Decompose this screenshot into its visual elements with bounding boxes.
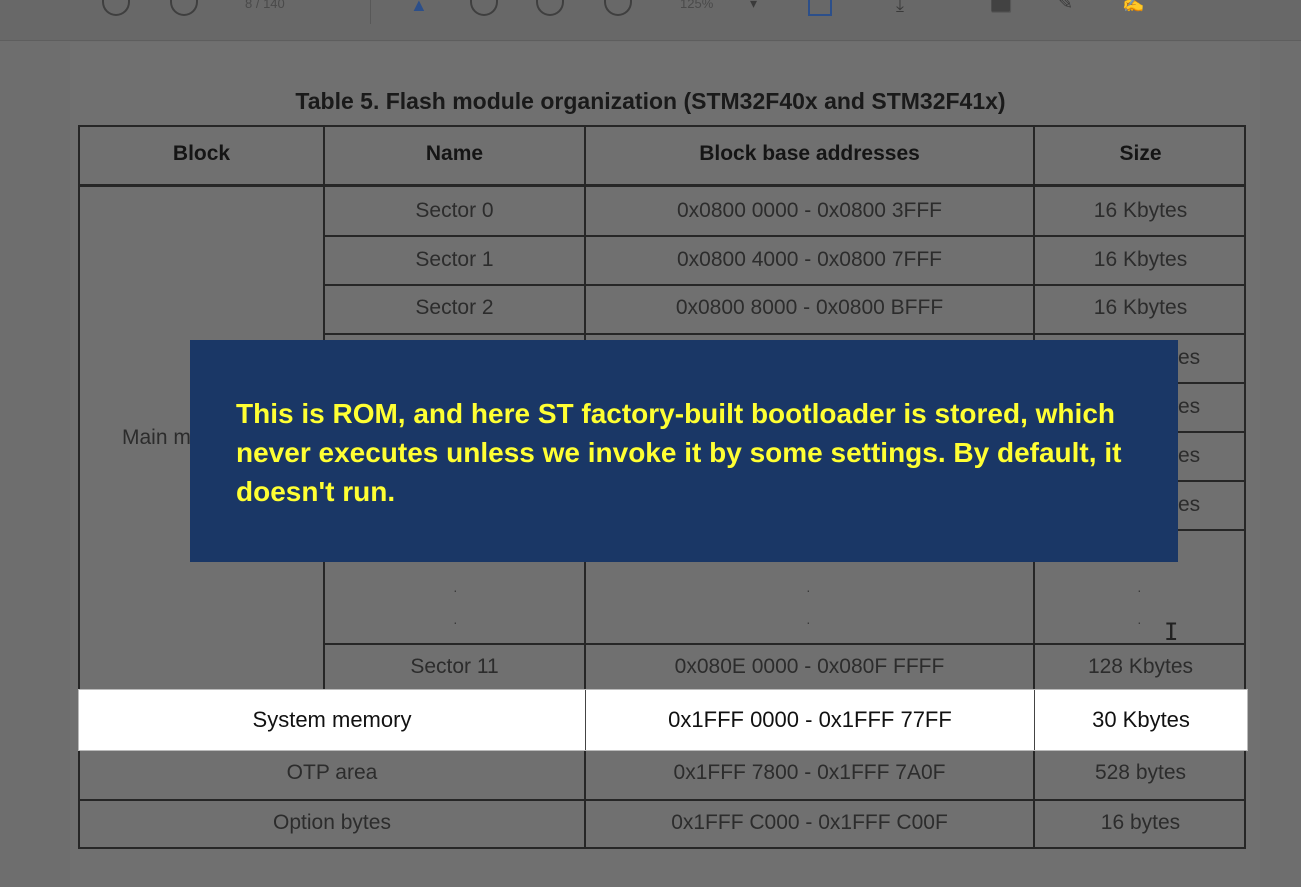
- sector-name: Sector 0: [415, 199, 494, 222]
- header-rule: [78, 184, 1246, 187]
- zoom-in-icon[interactable]: [604, 0, 632, 16]
- fit-page-icon[interactable]: [808, 0, 832, 16]
- sector-address: 0x0800 0000 - 0x0800 3FFF: [676, 199, 942, 222]
- ellipsis-dot: ·: [1137, 614, 1142, 630]
- table-title: Table 5. Flash module organization (STM3…: [295, 88, 1006, 114]
- system-memory-row: System memory 0x1FFF 0000 - 0x1FFF 77FF …: [78, 689, 1248, 751]
- sector-address: 0x0800 8000 - 0x0800 BFFF: [675, 296, 944, 319]
- caption-text: This is ROM, and here ST factory-built b…: [236, 398, 1122, 507]
- comment-icon[interactable]: ⬛: [990, 0, 1012, 12]
- otp-address: 0x1FFF 7800 - 0x1FFF 7A0F: [673, 761, 946, 784]
- sector-size: 16 Kbytes: [1093, 248, 1188, 271]
- sector-name: Sector 1: [415, 248, 494, 271]
- pdf-toolbar: 8 / 140 ▲ 125% ▾ ⤓ ⬛ ✎ ✍: [0, 0, 1301, 41]
- sign-icon[interactable]: ✍: [1122, 0, 1144, 12]
- option-bytes-size: 16 bytes: [1100, 811, 1181, 834]
- select-pointer-icon[interactable]: ▲: [410, 0, 428, 14]
- text-cursor-icon: I: [1164, 618, 1179, 646]
- sector-size-partial: es: [1178, 493, 1201, 516]
- ellipsis-dot: ·: [806, 614, 811, 630]
- scroll-up-icon[interactable]: [102, 0, 130, 16]
- header-size: Size: [1119, 142, 1162, 165]
- ellipsis-dot: ·: [806, 582, 811, 598]
- zoom-out-icon[interactable]: [536, 0, 564, 16]
- sector-address: 0x0800 4000 - 0x0800 7FFF: [676, 248, 942, 271]
- sector-name: Sector 11: [410, 655, 499, 678]
- scroll-down-icon[interactable]: [170, 0, 198, 16]
- header-block: Block: [172, 142, 231, 165]
- row-rule: [78, 799, 1246, 801]
- sector-size: 16 Kbytes: [1093, 199, 1188, 222]
- sector-size-partial: es: [1178, 346, 1201, 369]
- toolbar-divider: [370, 0, 371, 24]
- header-name: Name: [425, 142, 484, 165]
- option-bytes-address: 0x1FFF C000 - 0x1FFF C00F: [671, 811, 948, 834]
- row-rule: [324, 284, 1246, 286]
- ellipsis-dot: ·: [453, 582, 458, 598]
- ellipsis-dot: ·: [453, 614, 458, 630]
- system-memory-address: 0x1FFF 0000 - 0x1FFF 77FF: [668, 707, 952, 732]
- page-indicator[interactable]: 8 / 140: [245, 0, 285, 11]
- row-rule: [324, 643, 1246, 645]
- system-memory-size: 30 Kbytes: [1092, 707, 1190, 732]
- row-rule: [324, 333, 1246, 335]
- sector-size-partial: es: [1178, 395, 1201, 418]
- sector-name: Sector 2: [415, 296, 494, 319]
- sector-size: 16 Kbytes: [1093, 296, 1188, 319]
- ellipsis-dot: ·: [1137, 582, 1142, 598]
- sector-size: 128 Kbytes: [1087, 655, 1194, 678]
- zoom-level[interactable]: 125%: [680, 0, 713, 11]
- otp-size: 528 bytes: [1094, 761, 1187, 784]
- caption-callout: This is ROM, and here ST factory-built b…: [190, 340, 1178, 562]
- sector-address: 0x080E 0000 - 0x080F FFFF: [674, 655, 945, 678]
- sector-size-partial: es: [1178, 444, 1201, 467]
- pen-icon[interactable]: ✎: [1058, 0, 1073, 12]
- row-rule: [324, 235, 1246, 237]
- scroll-mode-icon[interactable]: ⤓: [896, 0, 904, 14]
- hand-tool-icon[interactable]: [470, 0, 498, 16]
- system-memory-name: System memory: [252, 707, 412, 732]
- otp-name: OTP area: [286, 761, 378, 784]
- zoom-dropdown-icon[interactable]: ▾: [750, 0, 757, 12]
- header-addresses: Block base addresses: [699, 142, 920, 165]
- option-bytes-name: Option bytes: [273, 811, 391, 834]
